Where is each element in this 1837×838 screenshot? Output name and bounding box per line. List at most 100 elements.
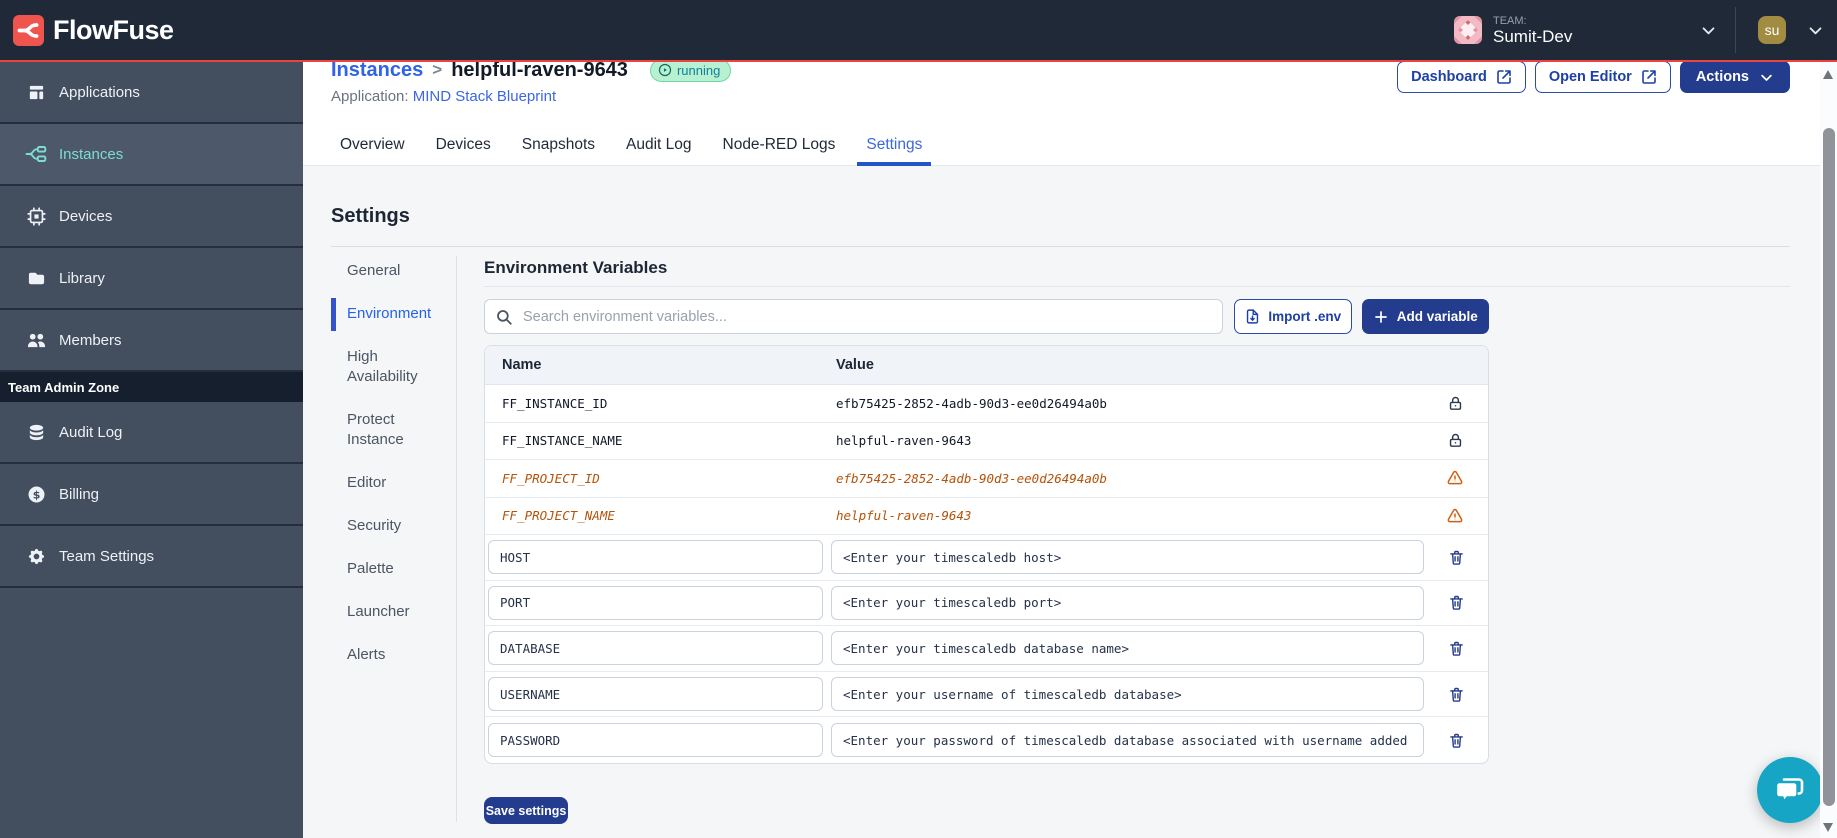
application-link[interactable]: MIND Stack Blueprint: [413, 88, 556, 105]
delete-variable-button[interactable]: [1424, 549, 1488, 566]
env-var-value-input[interactable]: [831, 540, 1424, 575]
trash-icon: [1449, 733, 1463, 748]
sidebar-item-label: Audit Log: [59, 423, 123, 441]
env-var-value-input[interactable]: [831, 585, 1424, 620]
settings-nav-general[interactable]: General: [331, 261, 451, 281]
team-settings-gear-icon: [23, 544, 49, 568]
brand-area: FlowFuse: [0, 14, 174, 46]
delete-variable-button[interactable]: [1424, 732, 1488, 749]
environment-variables-section: Environment Variables Import .env Add va…: [484, 166, 1790, 838]
scrollbar-down-arrow-icon[interactable]: [1823, 823, 1833, 832]
settings-nav-security[interactable]: Security: [331, 516, 451, 536]
settings-nav-launcher[interactable]: Launcher: [331, 602, 451, 622]
table-header: Name Value: [485, 346, 1488, 385]
play-circle-icon: [658, 63, 672, 77]
env-var-name-input[interactable]: [488, 677, 823, 712]
header-actions: Dashboard Open Editor Actions: [1397, 61, 1790, 93]
tab-overview[interactable]: Overview: [331, 128, 414, 166]
column-header-name: Name: [502, 357, 542, 373]
sidebar: Applications Instances Devices Library M…: [0, 62, 303, 838]
tab-node-red-logs[interactable]: Node-RED Logs: [714, 128, 845, 166]
search-input[interactable]: [523, 308, 1212, 325]
billing-dollar-icon: $: [23, 482, 49, 506]
env-var-name-input[interactable]: [488, 631, 823, 666]
settings-nav-alerts[interactable]: Alerts: [331, 645, 451, 665]
page-title: Settings: [331, 205, 410, 227]
env-var-value-input[interactable]: [831, 723, 1424, 758]
warning-triangle-icon: [1422, 507, 1488, 525]
editable-row-database: [485, 626, 1488, 672]
scrollbar-up-arrow-icon[interactable]: [1823, 70, 1833, 79]
env-var-name: FF_INSTANCE_NAME: [502, 433, 623, 449]
env-var-value-input[interactable]: [831, 677, 1424, 712]
chat-widget-button[interactable]: [1757, 757, 1823, 823]
settings-nav-environment[interactable]: Environment: [331, 298, 451, 331]
env-var-name-input[interactable]: [488, 585, 823, 620]
scrollbar-thumb[interactable]: [1822, 128, 1835, 806]
open-editor-button[interactable]: Open Editor: [1534, 61, 1671, 93]
tab-audit-log[interactable]: Audit Log: [617, 128, 701, 166]
env-var-value-input[interactable]: [831, 631, 1424, 666]
trash-icon: [1449, 641, 1463, 656]
sidebar-item-applications[interactable]: Applications: [0, 62, 303, 124]
settings-content: Settings General Environment High Availa…: [303, 166, 1820, 838]
team-labels: TEAM: Sumit-Dev: [1493, 15, 1572, 46]
env-var-value: helpful-raven-9643: [836, 433, 972, 449]
dashboard-button[interactable]: Dashboard: [1397, 61, 1526, 93]
application-label: Application:: [331, 88, 409, 105]
settings-nav-palette[interactable]: Palette: [331, 559, 451, 579]
team-selector[interactable]: TEAM: Sumit-Dev: [1454, 15, 1717, 46]
save-settings-button[interactable]: Save settings: [484, 797, 568, 824]
settings-nav-editor[interactable]: Editor: [331, 473, 451, 493]
sidebar-item-library[interactable]: Library: [0, 248, 303, 310]
delete-variable-button[interactable]: [1424, 640, 1488, 657]
team-chevron-down-icon[interactable]: [1700, 22, 1717, 39]
import-env-button[interactable]: Import .env: [1234, 299, 1352, 334]
tab-snapshots[interactable]: Snapshots: [513, 128, 604, 166]
application-line: Application: MIND Stack Blueprint: [331, 88, 556, 105]
settings-nav-protect-instance[interactable]: Protect Instance: [331, 410, 451, 450]
table-row-ff-instance-id: FF_INSTANCE_ID efb75425-2852-4adb-90d3-e…: [485, 385, 1488, 423]
settings-nav-high-availability[interactable]: High Availability: [331, 347, 451, 387]
library-folder-icon: [23, 266, 49, 290]
sidebar-item-instances[interactable]: Instances: [0, 124, 303, 186]
env-var-value: helpful-raven-9643: [836, 508, 972, 524]
user-avatar[interactable]: su: [1758, 16, 1786, 44]
sidebar-item-audit-log[interactable]: Audit Log: [0, 402, 303, 464]
team-avatar: [1454, 16, 1482, 44]
actions-button-label: Actions: [1695, 69, 1749, 85]
flowfuse-logo-icon[interactable]: [13, 14, 44, 46]
delete-variable-button[interactable]: [1424, 594, 1488, 611]
sidebar-item-devices[interactable]: Devices: [0, 186, 303, 248]
settings-subnav: General Environment High Availability Pr…: [331, 261, 451, 688]
lock-icon: [1422, 395, 1488, 412]
brand-name[interactable]: FlowFuse: [53, 15, 174, 46]
environment-variables-title: Environment Variables: [484, 258, 668, 277]
tab-devices[interactable]: Devices: [427, 128, 500, 166]
table-row-ff-instance-name: FF_INSTANCE_NAME helpful-raven-9643: [485, 423, 1488, 460]
add-variable-button[interactable]: Add variable: [1361, 299, 1489, 334]
env-var-value: efb75425-2852-4adb-90d3-ee0d26494a0b: [836, 470, 1107, 486]
devices-chip-icon: [23, 204, 49, 228]
actions-button[interactable]: Actions: [1679, 61, 1790, 93]
sidebar-item-label: Devices: [59, 207, 113, 225]
column-header-value: Value: [836, 357, 874, 373]
top-navbar: FlowFuse TEAM: Sumit-Dev su: [0, 0, 1837, 62]
instances-icon: [23, 142, 49, 166]
tab-settings[interactable]: Settings: [857, 128, 932, 166]
delete-variable-button[interactable]: [1424, 686, 1488, 703]
sidebar-item-team-settings[interactable]: Team Settings: [0, 526, 303, 588]
env-var-name: FF_PROJECT_ID: [502, 470, 600, 486]
navbar-divider: [1735, 7, 1736, 53]
env-var-name-input[interactable]: [488, 723, 823, 758]
sidebar-item-members[interactable]: Members: [0, 310, 303, 372]
env-var-name-input[interactable]: [488, 540, 823, 575]
page-scrollbar[interactable]: [1820, 62, 1837, 838]
sidebar-item-billing[interactable]: $ Billing: [0, 464, 303, 526]
user-chevron-down-icon[interactable]: [1807, 22, 1824, 39]
trash-icon: [1449, 687, 1463, 702]
applications-icon: [23, 80, 49, 104]
env-var-name: FF_PROJECT_NAME: [502, 508, 615, 524]
sidebar-item-label: Instances: [59, 145, 124, 163]
sidebar-item-label: Team Settings: [59, 547, 155, 565]
